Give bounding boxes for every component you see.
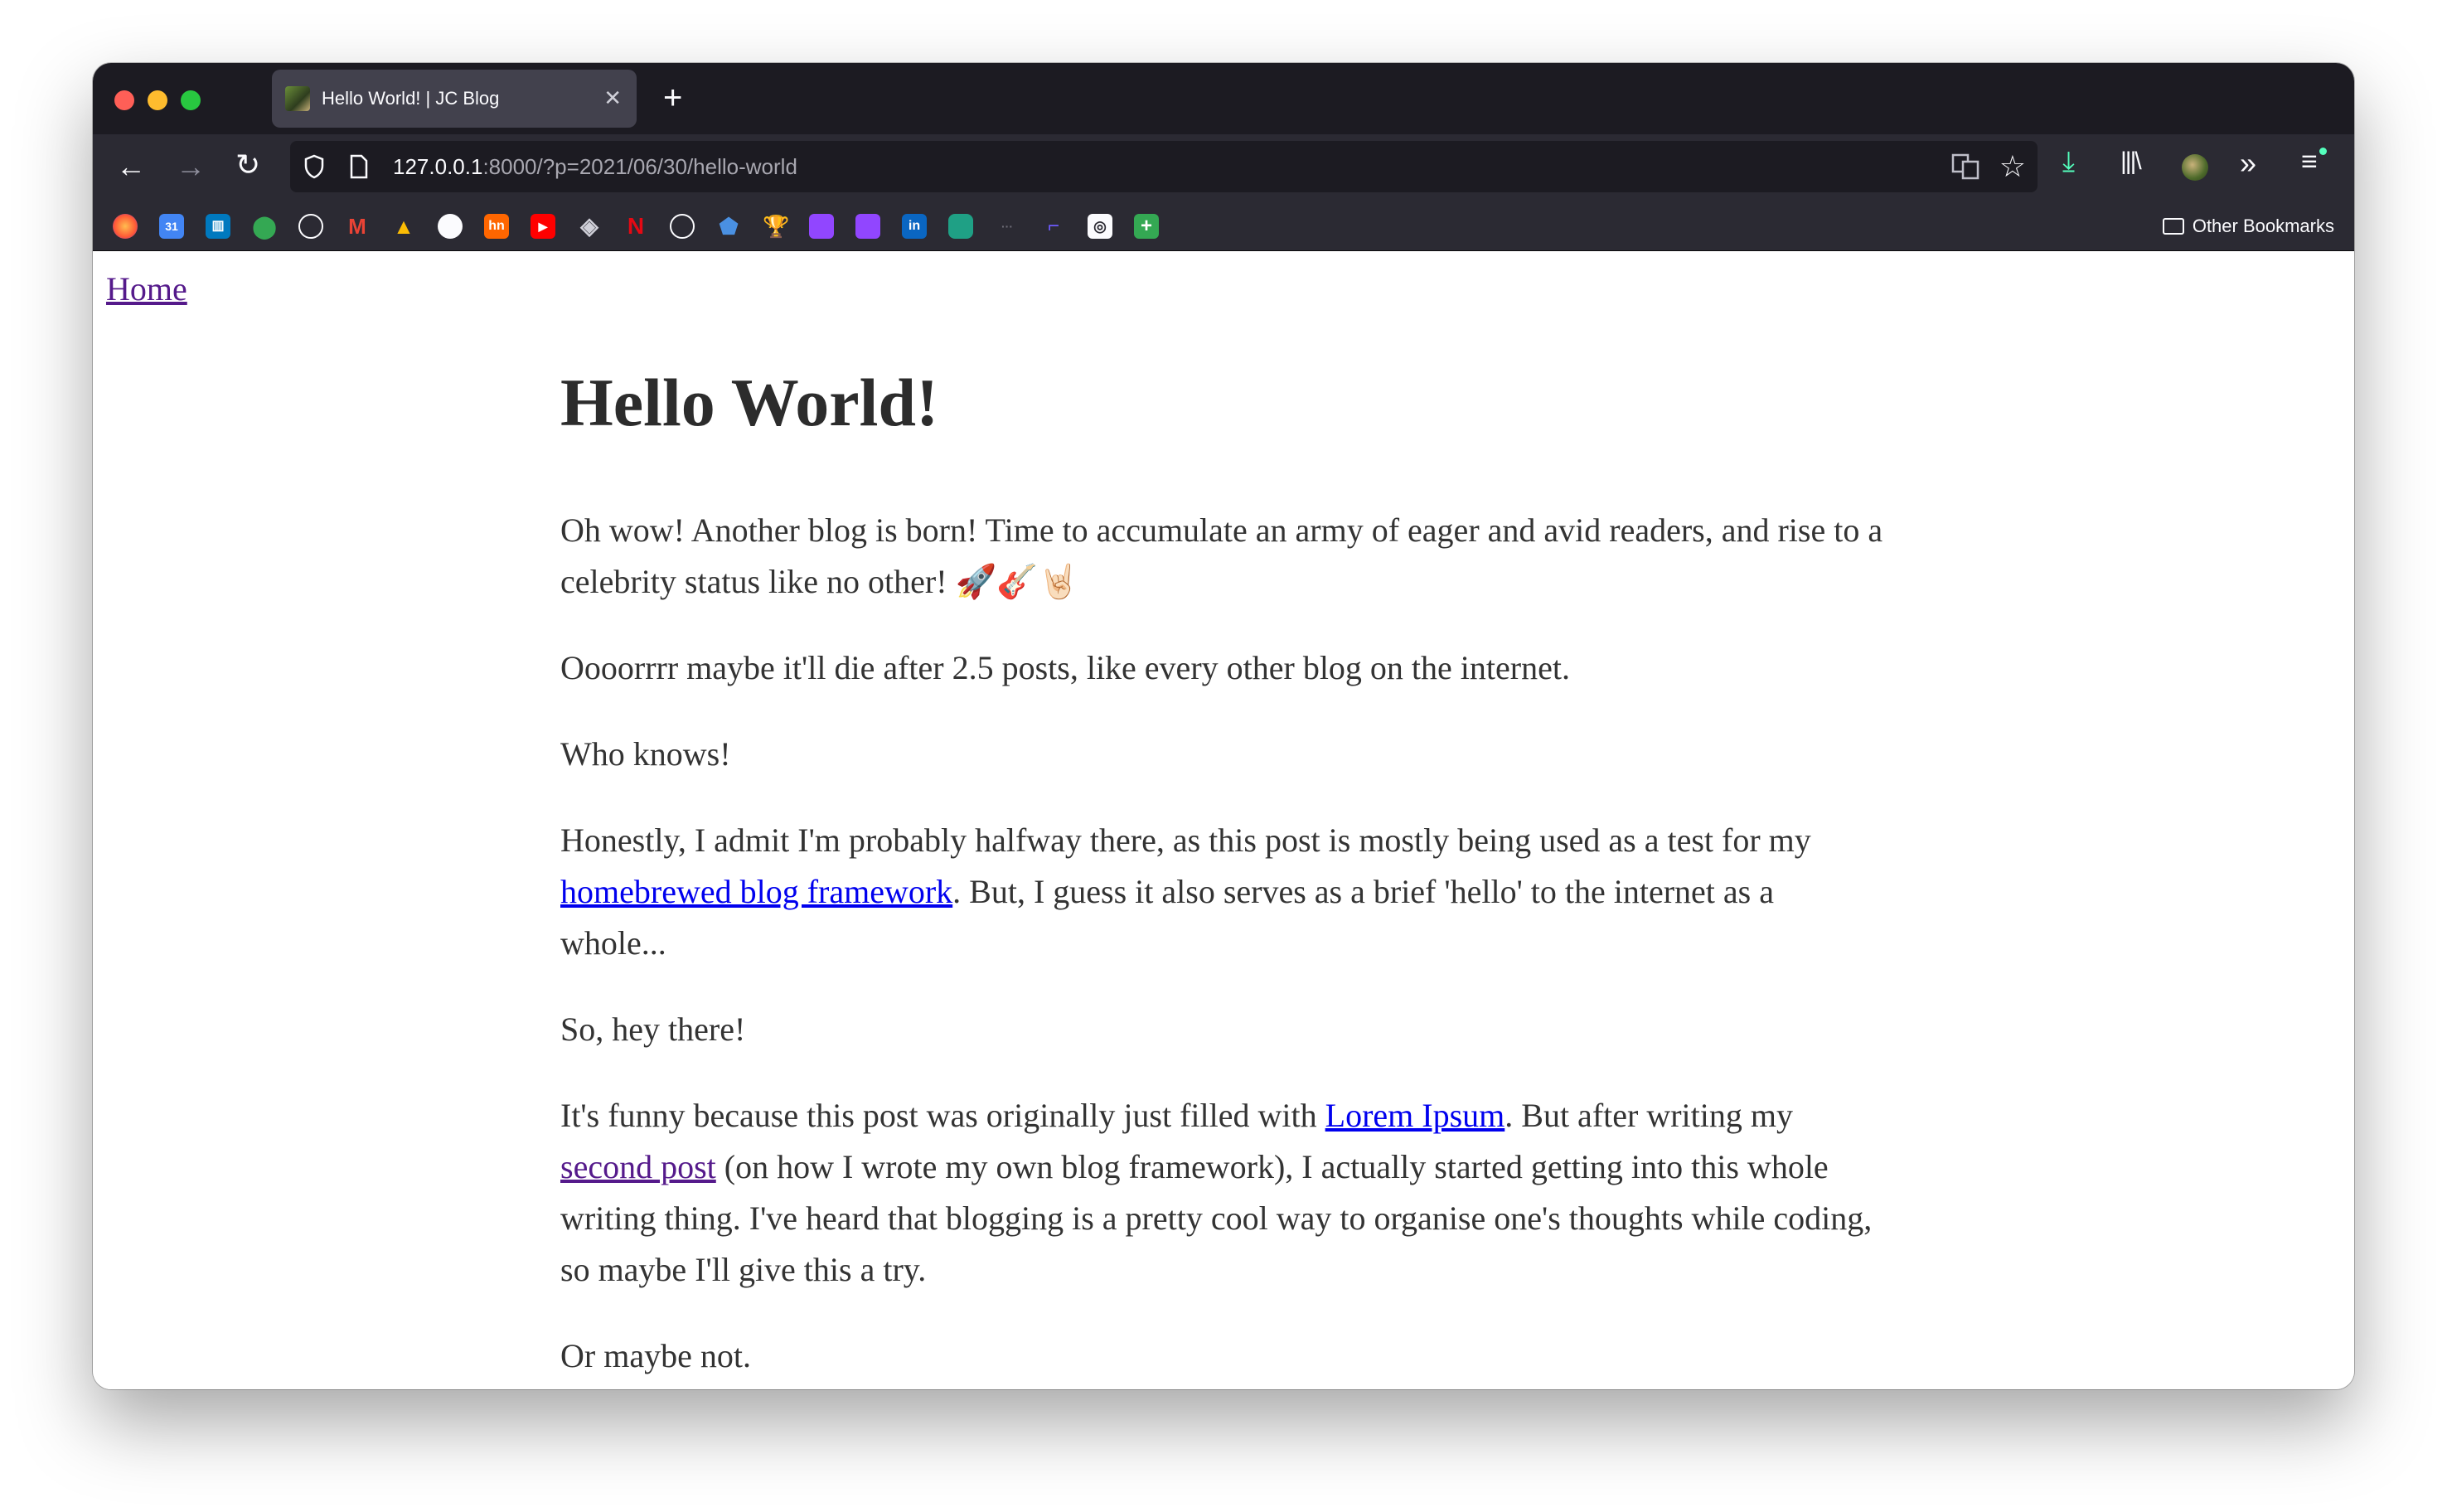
back-icon[interactable]: ←	[116, 149, 146, 184]
paragraph-6-text-b: . But after writing my	[1505, 1097, 1793, 1134]
hn-icon[interactable]: hn	[484, 214, 509, 239]
new-tab-button[interactable]: +	[663, 80, 682, 116]
page-content: Home Hello World! Oh wow! Another blog i…	[93, 251, 2354, 1389]
linkedin-icon[interactable]: in	[902, 214, 927, 239]
post-title: Hello World!	[560, 365, 939, 440]
circle-icon[interactable]: ◎	[1088, 214, 1112, 239]
paragraph-4-text-a: Honestly, I admit I'm probably halfway t…	[560, 821, 1811, 859]
paragraph-1: Oh wow! Another blog is born! Time to ac…	[560, 511, 1883, 600]
tab-hello-world[interactable]: Hello World! | JC Blog ✕	[272, 70, 637, 128]
post-body: Oh wow! Another blog is born! Time to ac…	[560, 505, 1887, 1389]
paragraph-5: So, hey there!	[560, 1010, 746, 1048]
tab-favicon-icon	[285, 86, 310, 111]
github-icon[interactable]	[438, 214, 463, 239]
gmail-icon[interactable]: M	[345, 214, 370, 239]
library-icon[interactable]: |||\	[2120, 148, 2142, 176]
navigation-bar: ← → ↻ 127.0.0.1:8000/?p=2021/06/30/hello…	[93, 134, 2354, 201]
youtube-icon[interactable]: ▶	[531, 214, 555, 239]
paragraph-6-text-c: (on how I wrote my own blog framework), …	[560, 1148, 1873, 1288]
paragraph-7: Or maybe not.	[560, 1337, 751, 1374]
pocket-icon[interactable]	[948, 214, 973, 239]
forward-icon[interactable]: →	[176, 149, 206, 184]
twitch-icon[interactable]	[809, 214, 834, 239]
update-dot-icon	[2319, 148, 2327, 155]
lorem-ipsum-link[interactable]: Lorem Ipsum	[1325, 1097, 1505, 1134]
url-bar[interactable]: 127.0.0.1:8000/?p=2021/06/30/hello-world…	[290, 141, 2038, 192]
browser-window: Hello World! | JC Blog ✕ + ← → ↻ 127.0.0…	[93, 63, 2354, 1389]
bracket-icon[interactable]: ⌐	[1041, 214, 1066, 239]
trophy-icon[interactable]: 🏆	[763, 214, 789, 239]
downloads-icon[interactable]: ⤓	[2062, 146, 2075, 178]
other-bookmarks-label: Other Bookmarks	[2192, 216, 2334, 236]
account-avatar[interactable]	[2182, 154, 2208, 181]
translate-icon[interactable]	[1951, 153, 1979, 180]
paragraph-2: Oooorrrr maybe it'll die after 2.5 posts…	[560, 649, 1570, 686]
plus-icon[interactable]: +	[1134, 214, 1159, 239]
drive-icon[interactable]: ▲	[391, 214, 416, 239]
paragraph-6: It's funny because this post was origina…	[560, 1090, 1887, 1296]
close-window-button[interactable]	[114, 90, 134, 110]
globe-icon[interactable]	[670, 214, 695, 239]
menu-icon[interactable]: ≡	[2301, 146, 2318, 178]
url-host: 127.0.0.1	[393, 154, 483, 179]
page-icon	[350, 154, 368, 179]
twitch-icon[interactable]	[855, 214, 880, 239]
other-bookmarks-folder[interactable]: Other Bookmarks	[2162, 214, 2334, 239]
paragraph-3: Who knows!	[560, 735, 731, 773]
minimize-window-button[interactable]	[148, 90, 167, 110]
home-link[interactable]: Home	[106, 269, 187, 308]
paragraph-6-text-a: It's funny because this post was origina…	[560, 1097, 1325, 1134]
homebrewed-framework-link[interactable]: homebrewed blog framework	[560, 873, 952, 910]
maps-icon[interactable]: ⬤	[252, 214, 277, 239]
dots-icon[interactable]: ···	[995, 214, 1020, 239]
url-text[interactable]: 127.0.0.1:8000/?p=2021/06/30/hello-world	[393, 154, 797, 180]
reload-icon[interactable]: ↻	[235, 148, 260, 182]
calendar-icon[interactable]: 31	[159, 214, 184, 239]
shield-icon[interactable]: ⬟	[716, 214, 741, 239]
bookmarks-toolbar: 31 ▥ ⬤ M ▲ hn ▶ ◈ N ⬟ 🏆 in ··· ⌐ ◎ + Oth…	[93, 201, 2354, 251]
url-path: :8000/?p=2021/06/30/hello-world	[482, 154, 797, 179]
shield-icon[interactable]	[303, 154, 325, 179]
folder-icon	[2162, 218, 2184, 235]
trello-icon[interactable]: ▥	[206, 214, 230, 239]
layers-icon[interactable]: ◈	[577, 214, 602, 239]
second-post-link[interactable]: second post	[560, 1148, 716, 1185]
paragraph-4: Honestly, I admit I'm probably halfway t…	[560, 815, 1887, 969]
overflow-chevron-icon[interactable]: »	[2240, 146, 2256, 181]
bookmark-star-icon[interactable]: ☆	[1999, 149, 2026, 184]
netflix-icon[interactable]: N	[623, 214, 648, 239]
tab-close-icon[interactable]: ✕	[603, 85, 622, 110]
tab-title: Hello World! | JC Blog	[322, 88, 500, 109]
firefox-icon[interactable]	[113, 214, 138, 239]
tab-strip: Hello World! | JC Blog ✕ +	[93, 63, 2354, 134]
zoom-window-button[interactable]	[181, 90, 201, 110]
globe-icon[interactable]	[298, 214, 323, 239]
